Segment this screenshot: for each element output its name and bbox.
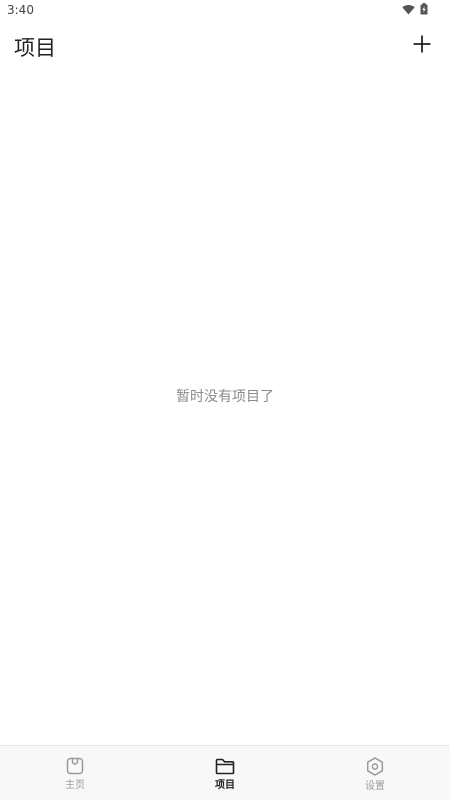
status-icons [402, 3, 428, 15]
folder-icon [215, 758, 235, 775]
bottom-navigation: 主页 项目 设置 [0, 745, 450, 800]
nav-label-projects: 项目 [215, 779, 235, 791]
nav-label-home: 主页 [65, 780, 85, 791]
page-title: 项目 [14, 36, 56, 60]
nav-item-projects[interactable]: 项目 [150, 746, 300, 800]
empty-state-message: 暂时没有项目了 [176, 389, 274, 405]
status-time: 3:40 [7, 3, 34, 17]
bag-icon [66, 757, 84, 775]
plus-icon [413, 35, 431, 57]
nav-item-settings[interactable]: 设置 [300, 746, 450, 800]
app-bar: 项目 [0, 22, 450, 70]
add-project-button[interactable] [408, 32, 436, 60]
wifi-icon [402, 4, 415, 15]
battery-charging-icon [420, 3, 428, 15]
status-bar: 3:40 [0, 0, 450, 22]
hexagon-settings-icon [366, 756, 384, 776]
nav-item-home[interactable]: 主页 [0, 746, 150, 800]
nav-label-settings: 设置 [365, 780, 385, 792]
